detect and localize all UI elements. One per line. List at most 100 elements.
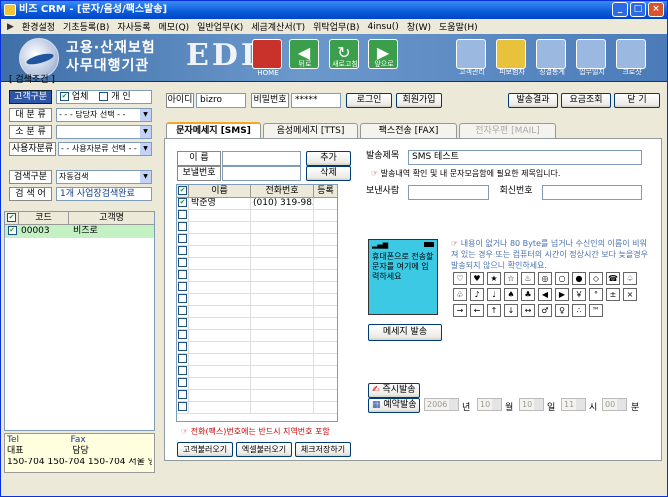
empty-row-checkbox[interactable] [178, 294, 187, 303]
empty-row-checkbox[interactable] [178, 222, 187, 231]
join-button[interactable]: 회원가입 [396, 93, 442, 108]
save-checked-button[interactable]: 체크저장하기 [295, 442, 351, 457]
empty-row-checkbox[interactable] [178, 390, 187, 399]
empty-row-checkbox[interactable] [178, 402, 187, 411]
symbol-button[interactable]: ● [572, 272, 586, 285]
recipient-empty-row[interactable] [177, 306, 337, 318]
crossshot-button[interactable]: 크로샷 [616, 39, 646, 76]
symbol-button[interactable]: ◀ [538, 288, 552, 301]
sender-input[interactable] [408, 185, 489, 200]
recipient-empty-row[interactable] [177, 318, 337, 330]
menu-item-settings[interactable]: 환경설정 [18, 20, 59, 33]
day-select[interactable]: 10 [519, 398, 544, 411]
message-textarea[interactable]: 휴대폰으로 전송할 문자를 여기에 입력하세요 [372, 252, 434, 282]
menu-item-window[interactable]: 창(W) [403, 20, 435, 33]
empty-row-checkbox[interactable] [178, 234, 187, 243]
id-input[interactable]: bizro [196, 93, 246, 108]
recipient-empty-row[interactable] [177, 246, 337, 258]
menu-item-self-register[interactable]: 자사등록 [113, 20, 154, 33]
empty-row-checkbox[interactable] [178, 354, 187, 363]
password-input[interactable]: ***** [291, 93, 341, 108]
empty-row-checkbox[interactable] [178, 378, 187, 387]
menu-item-consign[interactable]: 위탁업무(B) [309, 20, 363, 33]
empty-row-checkbox[interactable] [178, 282, 187, 291]
symbol-button[interactable]: ♪ [470, 288, 484, 301]
subject-input[interactable]: SMS 테스트 [408, 150, 642, 165]
symbol-button[interactable]: ☆ [504, 272, 518, 285]
symbol-button[interactable]: → [453, 304, 467, 317]
recipient-empty-row[interactable] [177, 294, 337, 306]
recipient-row[interactable]: ✔ 박준영 (010) 319-9835 [177, 198, 337, 210]
recipient-empty-row[interactable] [177, 342, 337, 354]
tab-sms[interactable]: 문자메세지 [SMS] [166, 122, 261, 138]
delete-recipient-button[interactable]: 삭제 [306, 166, 351, 181]
customer-mgmt-button[interactable]: 고객관리 [456, 39, 486, 76]
recipient-empty-row[interactable] [177, 210, 337, 222]
recipient-empty-row[interactable] [177, 258, 337, 270]
recipient-empty-row[interactable] [177, 234, 337, 246]
empty-row-checkbox[interactable] [178, 258, 187, 267]
empty-row-checkbox[interactable] [178, 270, 187, 279]
menu-item-system[interactable]: ▶ [3, 22, 18, 32]
recipient-empty-row[interactable] [177, 354, 337, 366]
symbol-button[interactable]: ◇ [589, 272, 603, 285]
recipient-empty-row[interactable] [177, 222, 337, 234]
symbol-button[interactable]: ↔ [521, 304, 535, 317]
recipient-empty-row[interactable] [177, 330, 337, 342]
load-customers-button[interactable]: 고객불러오기 [177, 442, 233, 457]
refresh-button[interactable]: ↻ 새로고침 [329, 39, 359, 69]
instant-send-button[interactable]: ✍ 즉시발송 [368, 383, 420, 398]
symbol-button[interactable]: × [623, 288, 637, 301]
select-all-checkbox[interactable]: ✔ [7, 213, 16, 222]
recipient-phone-input[interactable] [222, 166, 301, 181]
send-result-button[interactable]: 발송결과 [508, 93, 558, 108]
symbol-button[interactable]: ↑ [487, 304, 501, 317]
search-word-input[interactable]: 1개 사업장검색완료 [56, 187, 152, 201]
symbol-button[interactable]: ™ [589, 304, 603, 317]
month-select[interactable]: 10 [477, 398, 502, 411]
customer-row[interactable]: ✔ 00003 비즈로 [5, 225, 154, 238]
year-select[interactable]: 2006 [424, 398, 459, 411]
symbol-button[interactable]: ♩ [487, 288, 501, 301]
symbol-button[interactable]: ▶ [555, 288, 569, 301]
minor-category-select[interactable]: ▼ [56, 125, 152, 139]
journal-button[interactable]: 업무일지 [576, 39, 606, 76]
menu-item-4insu[interactable]: 4insu() [363, 22, 402, 32]
empty-row-checkbox[interactable] [178, 366, 187, 375]
symbol-button[interactable]: ♨ [521, 272, 535, 285]
recipient-empty-row[interactable] [177, 378, 337, 390]
recipient-empty-row[interactable] [177, 366, 337, 378]
symbol-button[interactable]: ° [589, 288, 603, 301]
symbol-button[interactable]: ☎ [606, 272, 620, 285]
business-checkbox[interactable]: ✔ [60, 92, 69, 101]
search-type-select[interactable]: 자동검색 ▼ [56, 170, 152, 184]
symbol-button[interactable]: ♣ [521, 288, 535, 301]
empty-row-checkbox[interactable] [178, 246, 187, 255]
individual-checkbox[interactable] [99, 92, 109, 101]
close-window-button[interactable]: × [648, 2, 664, 17]
symbol-button[interactable]: ★ [487, 272, 501, 285]
row-checkbox[interactable]: ✔ [7, 226, 17, 235]
recipient-name-input[interactable] [222, 151, 301, 166]
tab-mail[interactable]: 전자우편 [MAIL] [459, 123, 556, 138]
add-recipient-button[interactable]: 추가 [306, 151, 351, 166]
forward-button[interactable]: ▶ 앞으로 [368, 39, 398, 69]
empty-row-checkbox[interactable] [178, 330, 187, 339]
symbol-button[interactable]: ♤ [623, 272, 637, 285]
major-category-select[interactable]: - - - 담당자 선택 - - ▼ [56, 108, 152, 122]
minimize-button[interactable]: _ [612, 2, 628, 17]
recipient-empty-row[interactable] [177, 282, 337, 294]
back-button[interactable]: ◀ 뒤로 [289, 39, 319, 69]
fee-lookup-button[interactable]: 요금조회 [561, 93, 611, 108]
insured-button[interactable]: 피보험자 [496, 39, 526, 76]
empty-row-checkbox[interactable] [178, 306, 187, 315]
reserve-send-button[interactable]: ▦ 예약발송 [368, 398, 420, 413]
tab-tts[interactable]: 음성메세지 [TTS] [263, 123, 358, 138]
symbol-button[interactable]: ◎ [538, 272, 552, 285]
menu-item-help[interactable]: 도움말(H) [435, 20, 482, 33]
symbol-button[interactable]: ← [470, 304, 484, 317]
send-message-button[interactable]: 메세지 발송 [368, 324, 442, 341]
menu-item-tax-invoice[interactable]: 세금계산서(T) [247, 20, 309, 33]
recipient-empty-row[interactable] [177, 270, 337, 282]
empty-row-checkbox[interactable] [178, 342, 187, 351]
